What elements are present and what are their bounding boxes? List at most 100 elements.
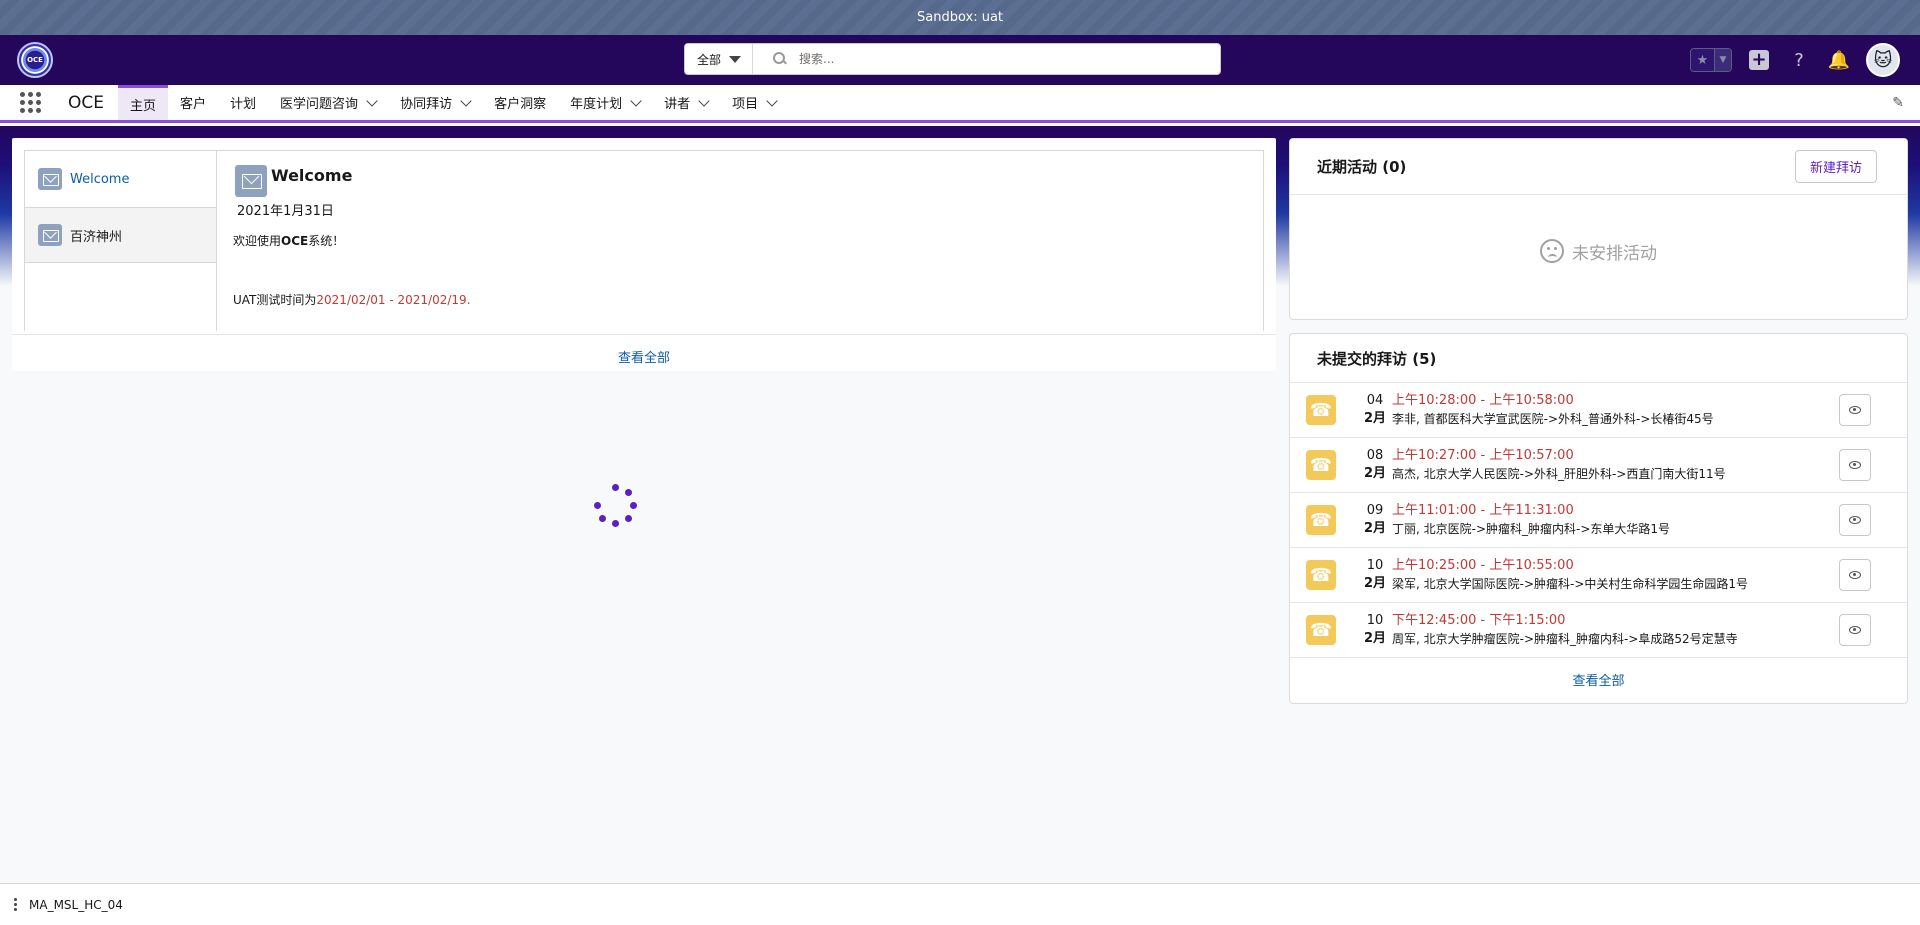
bell-icon[interactable]: 🔔 [1826, 47, 1852, 73]
favorites-dropdown-icon[interactable]: ▼ [1713, 49, 1731, 71]
favorites-group: ★ ▼ [1690, 48, 1732, 72]
message-title: Welcome [271, 165, 353, 185]
eye-icon [1849, 406, 1861, 414]
visit-time[interactable]: 上午10:27:00 - 上午10:57:00 [1392, 447, 1726, 465]
welcome-bold: OCE [281, 234, 309, 248]
nav-tab-3[interactable]: 医学问题咨询 [268, 85, 388, 120]
app-name: OCE [68, 92, 104, 113]
user-avatar[interactable]: 🐱 [1866, 43, 1900, 77]
nav-tab-8[interactable]: 项目 [720, 85, 788, 120]
nav-tab-6[interactable]: 年度计划 [558, 85, 652, 120]
envelope-icon [235, 165, 267, 197]
message-uat-line: UAT测试时间为2021/02/01 - 2021/02/19. [233, 291, 471, 308]
nav-tab-label: 主页 [130, 98, 157, 114]
message-item-beigene[interactable]: 百济神州 [25, 207, 216, 263]
nav-tab-label: 医学问题咨询 [280, 97, 359, 112]
chevron-down-icon[interactable] [366, 94, 378, 107]
app-nav-bar: OCE 主页 客户 计划 医学问题咨询 协同拜访 客户洞察 年度计划 讲者 项目 ✎ [0, 85, 1920, 123]
visit-info: 上午10:28:00 - 上午10:58:00 李非, 首都医科大学宣武医院->外… [1392, 392, 1714, 428]
nav-tab-7[interactable]: 讲者 [652, 85, 720, 120]
oce-logo[interactable]: OCE [17, 42, 53, 78]
uat-prefix: UAT测试时间为 [233, 293, 317, 307]
edit-nav-icon[interactable]: ✎ [1892, 95, 1904, 111]
nav-tab-5[interactable]: 客户洞察 [482, 85, 558, 120]
visit-info: 上午11:01:00 - 上午11:31:00 丁丽, 北京医院->肿瘤科_肿瘤内… [1392, 502, 1670, 538]
header-actions: ★ ▼ + ? 🔔 🐱 [1690, 43, 1900, 77]
kebab-menu-icon[interactable] [14, 898, 17, 911]
nav-tab-4[interactable]: 协同拜访 [388, 85, 482, 120]
view-visit-button[interactable] [1839, 559, 1871, 591]
visit-time[interactable]: 上午10:25:00 - 上午10:55:00 [1392, 557, 1748, 575]
welcome-prefix: 欢迎使用 [233, 234, 282, 248]
nav-tab-label: 讲者 [664, 97, 691, 112]
visit-description: 丁丽, 北京医院->肿瘤科_肿瘤内科->东单大华路1号 [1392, 522, 1671, 536]
visit-row[interactable]: ☎ 04 2月 上午10:28:00 - 上午10:58:00 李非, 首都医科大学宣武… [1290, 383, 1907, 438]
phone-icon: ☎ [1306, 560, 1336, 590]
sandbox-label: Sandbox: uat [916, 10, 1004, 25]
visit-time[interactable]: 下午12:45:00 - 下午1:15:00 [1392, 612, 1738, 630]
nav-tab-label: 计划 [230, 97, 257, 112]
visit-list: ☎ 04 2月 上午10:28:00 - 上午10:58:00 李非, 首都医科大学宣武… [1290, 383, 1907, 658]
visits-view-all-link[interactable]: 查看全部 [1290, 658, 1907, 689]
global-actions-button[interactable]: + [1746, 47, 1772, 73]
recent-activity-title: 近期活动 (0) [1317, 158, 1407, 176]
utility-bar-label[interactable]: MA_MSL_HC_04 [29, 898, 123, 912]
chevron-down-icon[interactable] [766, 94, 778, 107]
visit-description: 李非, 首都医科大学宣武医院->外科_普通外科->长椿街45号 [1392, 412, 1714, 426]
chevron-down-icon[interactable] [460, 94, 472, 107]
search-scope-label: 全部 [697, 52, 722, 67]
global-search: 全部 [684, 43, 1221, 75]
eye-icon [1849, 516, 1861, 524]
chevron-down-icon[interactable] [698, 94, 710, 107]
uat-range: 2021/02/01 - 2021/02/19. [316, 293, 471, 307]
message-item-label: Welcome [70, 171, 130, 187]
visit-time[interactable]: 上午11:01:00 - 上午11:31:00 [1392, 502, 1670, 520]
favorites-star-icon[interactable]: ★ [1691, 49, 1714, 71]
visit-row[interactable]: ☎ 08 2月 上午10:27:00 - 上午10:57:00 高杰, 北京大学人民医院… [1290, 438, 1907, 493]
sandbox-banner: Sandbox: uat [0, 0, 1920, 35]
envelope-icon [38, 168, 62, 190]
view-visit-button[interactable] [1839, 449, 1871, 481]
nav-tab-label: 年度计划 [570, 97, 623, 112]
search-input[interactable] [799, 52, 1179, 66]
search-scope-dropdown[interactable]: 全部 [685, 44, 753, 74]
messages-view-all-link[interactable]: 查看全部 [12, 334, 1276, 366]
visit-row[interactable]: ☎ 10 2月 上午10:25:00 - 上午10:55:00 梁军, 北京大学国际医院… [1290, 548, 1907, 603]
nav-tab-label: 客户 [180, 97, 207, 112]
spinner-dot [624, 514, 632, 522]
recent-activity-card: 近期活动 (0) 新建拜访 未安排活动 [1289, 138, 1908, 320]
new-visit-button[interactable]: 新建拜访 [1794, 150, 1877, 183]
visit-description: 高杰, 北京大学人民医院->外科_肝胆外科->西直门南大街11号 [1392, 467, 1726, 481]
chevron-down-icon[interactable] [630, 94, 642, 107]
message-title-row: Welcome [235, 165, 471, 197]
app-launcher-button[interactable] [0, 85, 60, 120]
caret-down-icon [729, 55, 742, 63]
visit-row[interactable]: ☎ 09 2月 上午11:01:00 - 上午11:31:00 丁丽, 北京医院->肿瘤… [1290, 493, 1907, 548]
unsubmitted-visits-header: 未提交的拜访 (5) [1290, 334, 1907, 383]
spinner-dot [594, 502, 601, 509]
phone-icon: ☎ [1306, 395, 1336, 425]
nav-tab-label: 客户洞察 [494, 97, 547, 112]
view-visit-button[interactable] [1839, 614, 1871, 646]
visit-info: 下午12:45:00 - 下午1:15:00 周军, 北京大学肿瘤医院->肿瘤科_… [1392, 612, 1738, 648]
phone-icon: ☎ [1306, 615, 1336, 645]
message-detail: Welcome 2021年1月31日 欢迎使用OCE系统！ UAT测试时间为20… [233, 165, 471, 308]
app-launcher-icon [19, 92, 41, 113]
nav-tab-label: 协同拜访 [400, 97, 453, 112]
nav-items: 主页 客户 计划 医学问题咨询 协同拜访 客户洞察 年度计划 讲者 项目 [118, 85, 788, 120]
global-header: OCE 全部 ★ ▼ + ? 🔔 🐱 [0, 35, 1920, 85]
view-visit-button[interactable] [1839, 504, 1871, 536]
nav-tab-0[interactable]: 主页 [118, 85, 169, 120]
help-icon[interactable]: ? [1786, 47, 1812, 73]
visit-time[interactable]: 上午10:28:00 - 上午10:58:00 [1392, 392, 1714, 410]
phone-icon: ☎ [1306, 450, 1336, 480]
plus-icon: + [1749, 50, 1769, 70]
spinner-dot [612, 484, 619, 491]
eye-icon [1849, 461, 1861, 469]
nav-tab-2[interactable]: 计划 [218, 85, 268, 120]
view-visit-button[interactable] [1839, 394, 1871, 426]
visit-row[interactable]: ☎ 10 2月 下午12:45:00 - 下午1:15:00 周军, 北京大学肿瘤医院-… [1290, 603, 1907, 658]
eye-icon [1849, 571, 1861, 579]
message-item-welcome[interactable]: Welcome [25, 151, 216, 207]
nav-tab-1[interactable]: 客户 [168, 85, 218, 120]
